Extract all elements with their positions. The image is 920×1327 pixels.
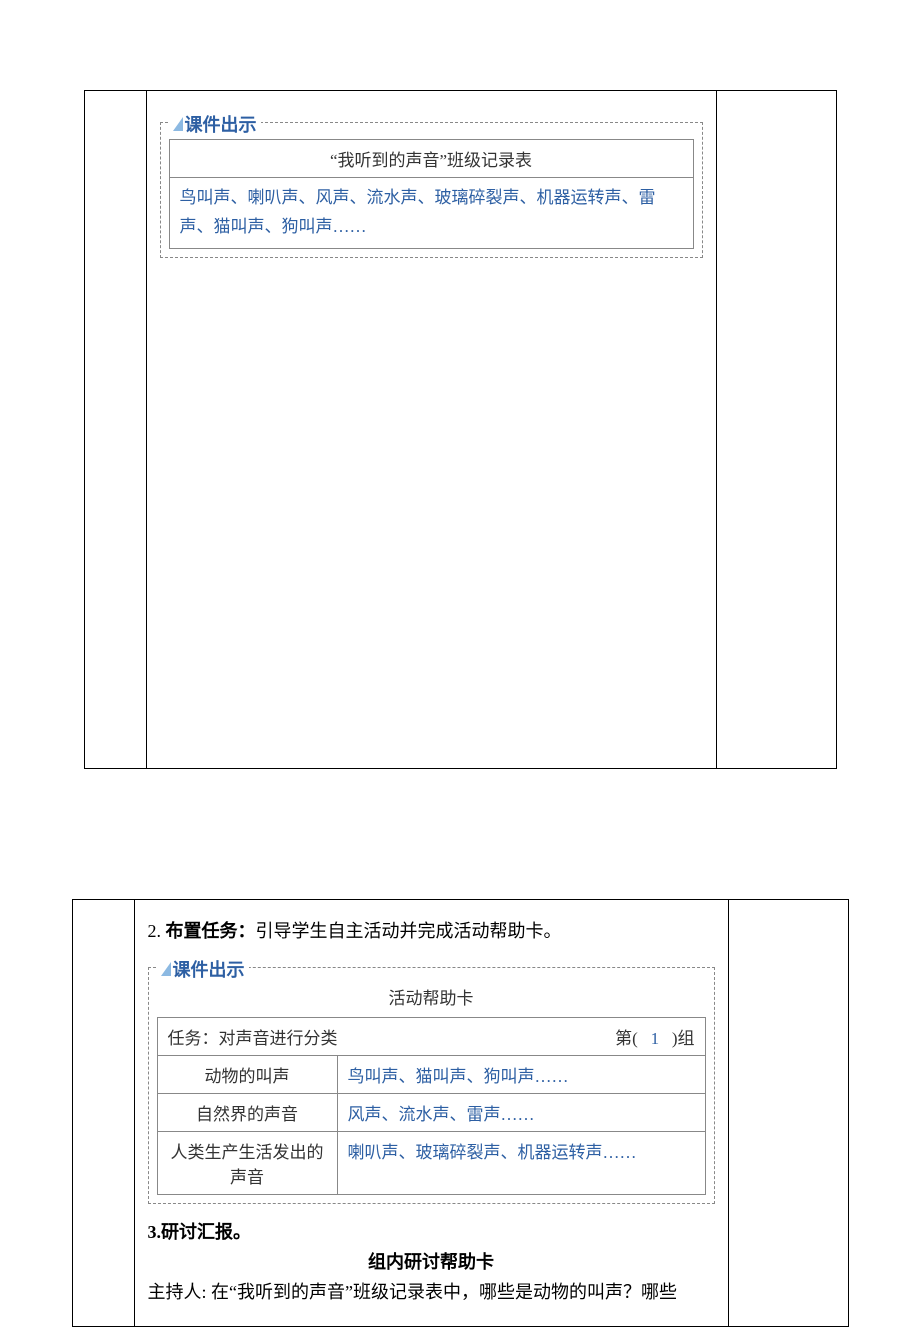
courseware-panel-2: 课件出示 活动帮助卡 任务：对声音进行分类 第( bbox=[148, 967, 715, 1204]
group-number: 1 bbox=[651, 1029, 660, 1048]
outer-table-block-2: 2. 布置任务：引导学生自主活动并完成活动帮助卡。 课件出示 活动帮助卡 bbox=[72, 899, 849, 1327]
main-content-cell-2: 2. 布置任务：引导学生自主活动并完成活动帮助卡。 课件出示 活动帮助卡 bbox=[134, 900, 728, 1327]
outer-table-block-1: 课件出示 “我听到的声音”班级记录表 鸟叫声、喇叭声、风声、流水声、玻璃碎裂声、… bbox=[84, 90, 837, 769]
group-prefix: 第( bbox=[615, 1029, 638, 1048]
task-assignment-line: 2. 布置任务：引导学生自主活动并完成活动帮助卡。 bbox=[148, 915, 715, 947]
category-cell: 动物的叫声 bbox=[157, 1056, 337, 1094]
help-card-title: 活动帮助卡 bbox=[157, 984, 706, 1009]
group-discussion-heading: 组内研讨帮助卡 bbox=[148, 1248, 715, 1274]
left-margin-cell-1 bbox=[84, 91, 146, 769]
category-cell: 自然界的声音 bbox=[157, 1094, 337, 1132]
help-task-label: 任务：对声音进行分类 bbox=[168, 1024, 338, 1049]
courseware-label-2: 课件出示 bbox=[157, 956, 249, 982]
task-label: 布置任务： bbox=[166, 921, 256, 941]
group-suffix: )组 bbox=[672, 1029, 695, 1048]
courseware-label-text-2: 课件出示 bbox=[173, 956, 245, 982]
examples-cell: 风声、流水声、雷声…… bbox=[337, 1094, 705, 1132]
arrow-icon bbox=[173, 117, 183, 131]
examples-cell: 喇叭声、玻璃碎裂声、机器运转声…… bbox=[337, 1132, 705, 1195]
left-margin-cell-2 bbox=[72, 900, 134, 1327]
sounds-record-title: “我听到的声音”班级记录表 bbox=[169, 140, 693, 178]
examples-cell: 鸟叫声、猫叫声、狗叫声…… bbox=[337, 1056, 705, 1094]
sounds-record-content: 鸟叫声、喇叭声、风声、流水声、玻璃碎裂声、机器运转声、雷声、猫叫声、狗叫声…… bbox=[169, 178, 693, 249]
table-row: 动物的叫声 鸟叫声、猫叫声、狗叫声…… bbox=[157, 1056, 705, 1094]
activity-help-table: 任务：对声音进行分类 第( 1 )组 bbox=[157, 1017, 706, 1195]
right-margin-cell-1 bbox=[716, 91, 836, 769]
host-line: 主持人: 在“我听到的声音”班级记录表中，哪些是动物的叫声？哪些 bbox=[148, 1276, 715, 1308]
table-row: 人类生产生活发出的声音 喇叭声、玻璃碎裂声、机器运转声…… bbox=[157, 1132, 705, 1195]
sounds-record-table: “我听到的声音”班级记录表 鸟叫声、喇叭声、风声、流水声、玻璃碎裂声、机器运转声… bbox=[169, 139, 694, 249]
category-cell: 人类生产生活发出的声音 bbox=[157, 1132, 337, 1195]
table-row: 自然界的声音 风声、流水声、雷声…… bbox=[157, 1094, 705, 1132]
courseware-label-text-1: 课件出示 bbox=[185, 111, 257, 137]
task-body: 引导学生自主活动并完成活动帮助卡。 bbox=[256, 921, 562, 941]
help-group-cell: 第( 1 )组 bbox=[615, 1024, 694, 1049]
section-3-heading: 3.研讨汇报。 bbox=[148, 1218, 715, 1244]
courseware-label-1: 课件出示 bbox=[169, 111, 261, 137]
help-head-row: 任务：对声音进行分类 第( 1 )组 bbox=[157, 1018, 705, 1056]
arrow-icon bbox=[161, 962, 171, 976]
task-number: 2. bbox=[148, 921, 162, 941]
right-margin-cell-2 bbox=[728, 900, 848, 1327]
main-content-cell-1: 课件出示 “我听到的声音”班级记录表 鸟叫声、喇叭声、风声、流水声、玻璃碎裂声、… bbox=[146, 91, 716, 769]
courseware-panel-1: 课件出示 “我听到的声音”班级记录表 鸟叫声、喇叭声、风声、流水声、玻璃碎裂声、… bbox=[160, 122, 703, 258]
